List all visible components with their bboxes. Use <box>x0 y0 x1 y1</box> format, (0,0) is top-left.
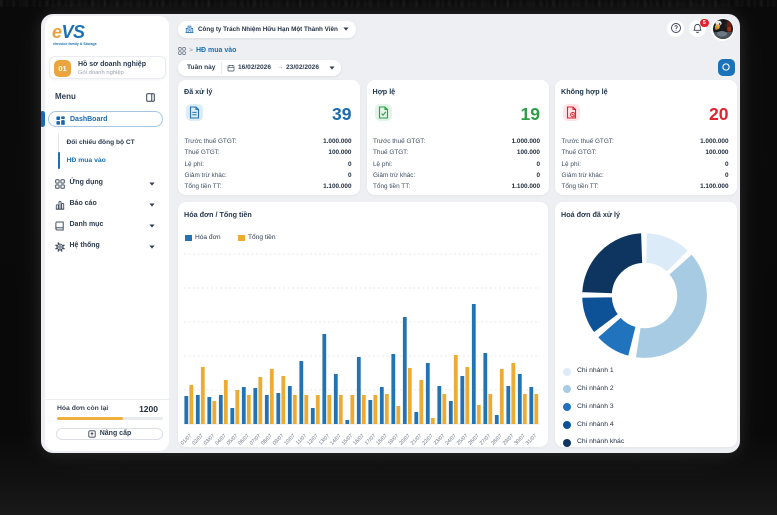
svg-text:22/07: 22/07 <box>421 433 435 447</box>
svg-text:30/07: 30/07 <box>513 433 527 447</box>
svg-text:12/07: 12/07 <box>306 433 320 447</box>
svg-text:07/07: 07/07 <box>249 433 263 447</box>
svg-text:21/07: 21/07 <box>410 433 424 447</box>
svg-text:08/07: 08/07 <box>260 433 274 447</box>
svg-text:03/07: 03/07 <box>203 433 217 447</box>
svg-text:05/07: 05/07 <box>226 433 240 447</box>
svg-text:09/07: 09/07 <box>272 433 286 447</box>
svg-text:04/07: 04/07 <box>214 433 228 447</box>
svg-text:17/07: 17/07 <box>364 433 378 447</box>
svg-text:18/07: 18/07 <box>375 433 389 447</box>
svg-text:14/07: 14/07 <box>329 433 343 447</box>
svg-text:24/07: 24/07 <box>444 433 458 447</box>
svg-text:02/07: 02/07 <box>191 433 205 447</box>
svg-text:31/07: 31/07 <box>525 433 539 447</box>
svg-text:26/07: 26/07 <box>467 433 481 447</box>
svg-text:16/07: 16/07 <box>352 433 366 447</box>
svg-text:27/07: 27/07 <box>479 433 493 447</box>
svg-text:13/07: 13/07 <box>318 433 332 447</box>
svg-text:01/07: 01/07 <box>180 433 194 447</box>
svg-text:19/07: 19/07 <box>387 433 401 447</box>
svg-text:23/07: 23/07 <box>433 433 447 447</box>
svg-text:20/07: 20/07 <box>398 433 412 447</box>
svg-text:11/07: 11/07 <box>295 433 308 446</box>
svg-text:15/07: 15/07 <box>341 433 355 447</box>
svg-text:06/07: 06/07 <box>237 433 251 447</box>
svg-text:29/07: 29/07 <box>502 433 516 447</box>
svg-text:10/07: 10/07 <box>283 433 297 447</box>
svg-text:28/07: 28/07 <box>490 433 504 447</box>
svg-text:25/07: 25/07 <box>456 433 470 447</box>
